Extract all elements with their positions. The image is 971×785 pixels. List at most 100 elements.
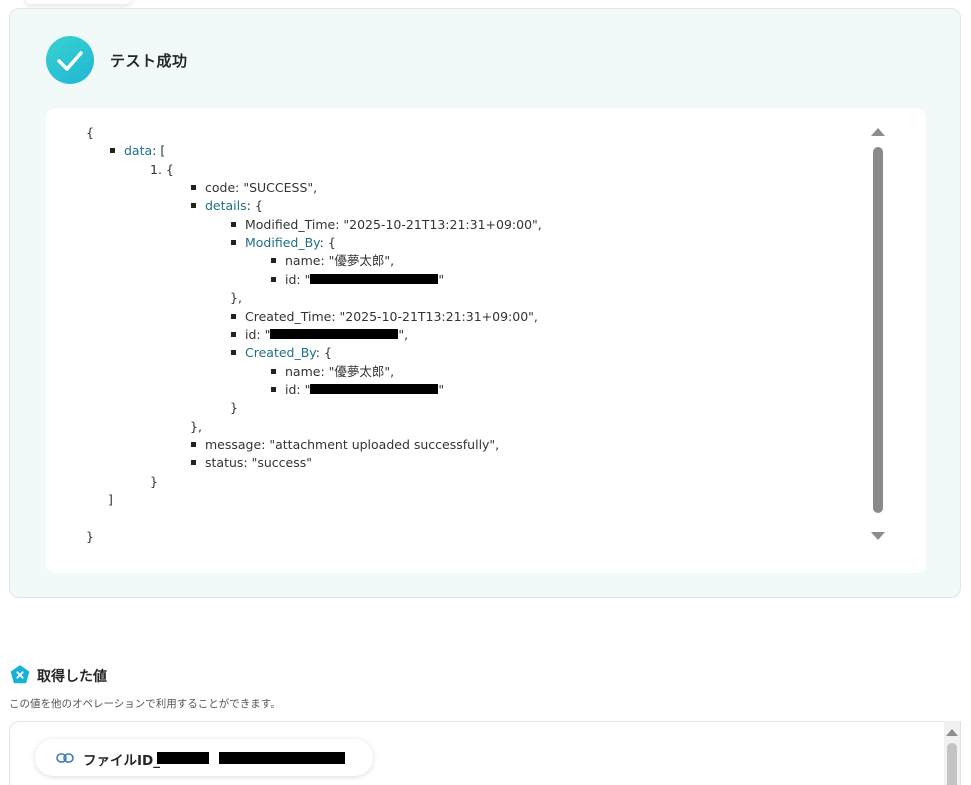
json-value: : " bbox=[296, 381, 311, 397]
redacted-value bbox=[157, 752, 209, 764]
json-output-box: {data: [1. {code: "SUCCESS", details: {Mo… bbox=[46, 108, 926, 573]
value-chip-file-id[interactable]: ファイルID_ bbox=[35, 739, 373, 776]
json-value: : "2025-10-21T13:21:31+09:00", bbox=[335, 216, 542, 232]
test-result-panel: テスト成功 {data: [1. {code: "SUCCESS", detail… bbox=[9, 8, 961, 598]
json-scrollbar[interactable] bbox=[870, 128, 886, 540]
bullet-icon bbox=[191, 203, 196, 209]
redacted-value bbox=[310, 384, 439, 395]
json-key[interactable]: data bbox=[124, 143, 152, 158]
json-bracket: } bbox=[86, 528, 94, 544]
bullet-icon bbox=[271, 276, 276, 282]
json-line: Modified_Time: "2025-10-21T13:21:31+09:0… bbox=[231, 216, 542, 234]
json-value-suffix: " bbox=[438, 381, 445, 397]
json-value: : "attachment uploaded successfully", bbox=[261, 436, 500, 452]
json-line: id: " " bbox=[271, 381, 444, 399]
json-key: message bbox=[205, 436, 262, 452]
result-title: テスト成功 bbox=[110, 52, 188, 70]
json-line: 1. { bbox=[150, 161, 174, 179]
json-line: name: "優夢太郎", bbox=[271, 252, 394, 270]
json-line: message: "attachment uploaded successful… bbox=[191, 436, 499, 454]
link-icon bbox=[56, 753, 74, 763]
json-line: id: " " bbox=[271, 271, 444, 289]
json-key: id bbox=[245, 326, 257, 342]
json-value: : "SUCCESS", bbox=[235, 180, 318, 196]
json-key[interactable]: Modified_By bbox=[245, 235, 320, 250]
json-value: : "優夢太郎", bbox=[320, 363, 395, 379]
json-line: } bbox=[230, 399, 238, 417]
values-title: 取得した値 bbox=[37, 669, 107, 685]
json-line: }, bbox=[230, 289, 242, 307]
json-bracket: }, bbox=[230, 290, 242, 306]
bullet-icon bbox=[271, 368, 276, 374]
json-value: : " bbox=[296, 271, 311, 287]
json-bracket: 1. { bbox=[150, 161, 174, 177]
json-line: Modified_By: { bbox=[231, 234, 336, 252]
json-tree: {data: [1. {code: "SUCCESS", details: {Mo… bbox=[46, 108, 866, 573]
scroll-down-arrow-icon[interactable] bbox=[871, 532, 885, 540]
json-key: id bbox=[285, 271, 297, 287]
json-key: Created_Time bbox=[245, 308, 332, 324]
json-line: { bbox=[86, 124, 94, 142]
check-icon bbox=[46, 36, 94, 84]
json-line: } bbox=[86, 528, 94, 546]
json-key: name bbox=[285, 363, 321, 379]
json-bracket: { bbox=[86, 125, 94, 140]
json-line: id: " ", bbox=[231, 326, 408, 344]
bullet-icon bbox=[231, 240, 236, 246]
json-line: status: "success" bbox=[191, 454, 312, 472]
json-key[interactable]: Created_By bbox=[245, 345, 316, 360]
values-scrollbar[interactable] bbox=[944, 721, 960, 785]
json-key[interactable]: details bbox=[205, 198, 247, 213]
page: テスト成功 {data: [1. {code: "SUCCESS", detail… bbox=[0, 0, 971, 785]
json-bracket: }, bbox=[190, 418, 202, 434]
json-value-suffix: " bbox=[438, 271, 445, 287]
bullet-icon bbox=[191, 441, 196, 447]
redacted-value bbox=[310, 274, 439, 285]
json-line: ] bbox=[108, 491, 113, 509]
json-bracket: ] bbox=[108, 492, 113, 507]
x-badge-icon bbox=[10, 665, 30, 684]
json-key: status bbox=[205, 455, 244, 471]
bullet-icon bbox=[231, 350, 236, 356]
json-value-suffix: ", bbox=[398, 326, 409, 342]
json-value: : { bbox=[319, 235, 336, 251]
json-key: name bbox=[285, 253, 321, 269]
scroll-thumb[interactable] bbox=[947, 743, 957, 785]
redacted-value bbox=[219, 752, 345, 764]
scroll-up-arrow-icon[interactable] bbox=[946, 729, 958, 736]
json-line: Created_By: { bbox=[231, 344, 332, 362]
json-value: : [ bbox=[152, 143, 166, 159]
top-tab-edge bbox=[24, 0, 132, 4]
json-line: details: { bbox=[191, 197, 263, 215]
redacted-value bbox=[270, 329, 399, 340]
bullet-icon bbox=[231, 221, 236, 227]
json-bracket: } bbox=[230, 400, 238, 416]
json-key: code bbox=[205, 180, 236, 196]
json-line: code: "SUCCESS", bbox=[191, 179, 317, 197]
json-line: data: [ bbox=[110, 142, 165, 160]
chip-label: ファイルID_ bbox=[83, 753, 160, 769]
bullet-icon bbox=[110, 148, 115, 154]
scroll-up-arrow-icon[interactable] bbox=[871, 128, 885, 136]
bullet-icon bbox=[191, 185, 196, 191]
bullet-icon bbox=[231, 313, 236, 319]
json-key: id bbox=[285, 381, 297, 397]
json-bracket: } bbox=[150, 473, 158, 489]
json-value: : { bbox=[246, 198, 263, 214]
json-line: name: "優夢太郎", bbox=[271, 363, 394, 381]
values-description: この値を他のオペレーションで利用することができます。 bbox=[9, 698, 281, 710]
scroll-thumb[interactable] bbox=[873, 147, 883, 513]
bullet-icon bbox=[191, 460, 196, 466]
json-line: Created_Time: "2025-10-21T13:21:31+09:00… bbox=[231, 308, 538, 326]
json-line: }, bbox=[190, 418, 202, 436]
json-key: Modified_Time bbox=[245, 216, 336, 232]
json-line: } bbox=[150, 473, 158, 491]
json-value: : "2025-10-21T13:21:31+09:00", bbox=[331, 308, 538, 324]
json-value: : " bbox=[256, 326, 271, 342]
bullet-icon bbox=[271, 386, 276, 392]
json-value: : "優夢太郎", bbox=[320, 253, 395, 269]
json-value: : "success" bbox=[243, 455, 313, 471]
json-value: : { bbox=[315, 345, 332, 361]
bullet-icon bbox=[271, 258, 276, 264]
bullet-icon bbox=[231, 331, 236, 337]
